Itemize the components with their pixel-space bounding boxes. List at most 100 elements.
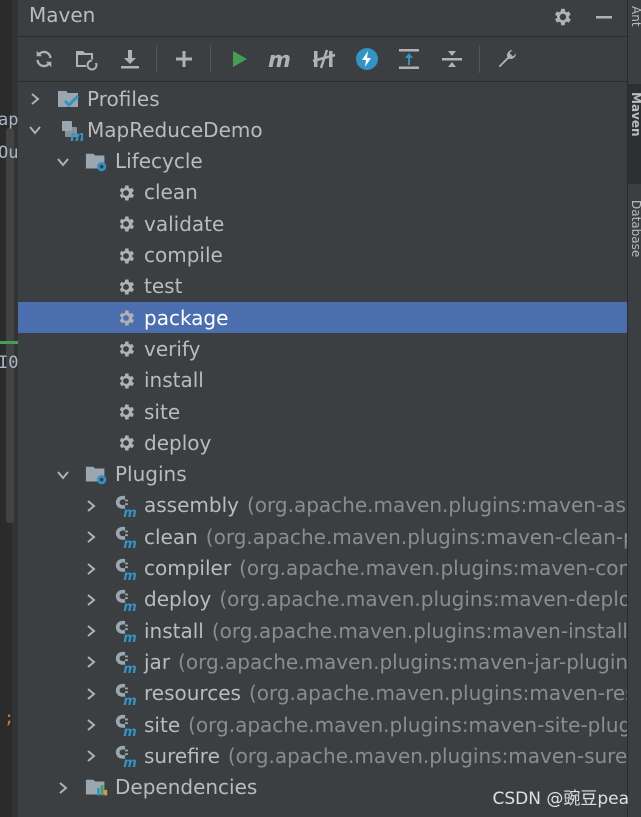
tab-database[interactable]: Database xyxy=(629,200,641,257)
toolbar-separator xyxy=(156,45,157,73)
skip-tests-button[interactable] xyxy=(353,45,381,73)
add-maven-project-button[interactable] xyxy=(170,45,198,73)
run-maven-build-button[interactable] xyxy=(225,45,253,73)
chevron-right-icon[interactable] xyxy=(84,499,98,513)
tree-item-label: compile xyxy=(144,243,223,267)
plugin-coordinates: (org.apache.maven.plugins:maven-compi xyxy=(239,556,627,580)
chevron-right-icon[interactable] xyxy=(84,593,98,607)
tree-item-label: validate xyxy=(144,211,225,236)
collapse-all-button[interactable] xyxy=(438,45,466,73)
plugin-item-assembly[interactable]: m assembly (org.apache.maven.plugins:maven… xyxy=(18,490,627,521)
lifecycle-goal-install[interactable]: install xyxy=(18,365,627,396)
plugins-folder-icon xyxy=(85,463,109,487)
plugin-icon: m xyxy=(114,744,138,769)
lifecycle-goal-validate[interactable]: validate xyxy=(18,208,627,239)
chevron-right-icon[interactable] xyxy=(84,687,98,701)
reload-all-projects-button[interactable] xyxy=(30,45,58,73)
lifecycle-goal-verify[interactable]: verify xyxy=(18,333,627,364)
editor-text-fragment: Ou xyxy=(0,143,18,163)
plus-icon xyxy=(176,51,192,67)
play-icon xyxy=(233,51,247,67)
gear-icon xyxy=(114,212,138,236)
svg-text:m: m xyxy=(123,725,136,738)
editor-text-fragment: ; xyxy=(4,708,15,728)
watermark: CSDN @豌豆pea xyxy=(492,789,629,809)
lifecycle-goal-test[interactable]: test xyxy=(18,271,627,302)
gear-icon xyxy=(114,400,138,424)
tree-item-label: compiler xyxy=(144,556,232,580)
plugin-coordinates: (org.apache.maven.plugins:maven-deploy- xyxy=(219,587,627,612)
editor-scrollbar[interactable] xyxy=(6,128,14,523)
plugin-coordinates: (org.apache.maven.plugins:maven-assem xyxy=(246,493,627,518)
chevron-right-icon[interactable] xyxy=(28,92,42,106)
tree-item-label: clean xyxy=(144,180,198,205)
plugin-item-jar[interactable]: m jar (org.apache.maven.plugins:maven-jar-… xyxy=(18,646,627,677)
maven-settings-button[interactable] xyxy=(493,45,521,73)
expand-all-icon xyxy=(399,49,419,69)
lifecycle-goal-compile[interactable]: compile xyxy=(18,240,627,271)
tree-item-label: jar xyxy=(144,649,171,674)
tree-item-label: Profiles xyxy=(87,86,160,111)
toggle-offline-mode-button[interactable] xyxy=(310,45,338,73)
tree-item-label: package xyxy=(144,305,229,330)
gear-icon xyxy=(114,244,138,268)
plugin-item-deploy[interactable]: m deploy (org.apache.maven.plugins:maven-d… xyxy=(18,584,627,615)
chevron-right-icon[interactable] xyxy=(84,718,98,732)
tree-item-label: deploy xyxy=(144,430,212,455)
chevron-right-icon[interactable] xyxy=(84,655,98,669)
svg-text:m: m xyxy=(123,537,136,550)
plugin-item-install[interactable]: m install (org.apache.maven.plugins:maven-… xyxy=(18,615,627,646)
lifecycle-goal-site[interactable]: site xyxy=(18,396,627,427)
tree-item-label: clean xyxy=(144,524,198,549)
chevron-right-icon[interactable] xyxy=(56,781,70,795)
tab-ant[interactable]: Ant xyxy=(629,6,641,27)
svg-text:m: m xyxy=(123,694,136,707)
plugin-icon: m xyxy=(114,713,138,738)
plugin-item-resources[interactable]: m resources (org.apache.maven.plugins:mave… xyxy=(18,678,627,709)
maven-project-icon: m xyxy=(59,118,83,142)
generate-sources-button[interactable] xyxy=(72,45,100,73)
tree-item-lifecycle[interactable]: Lifecycle xyxy=(18,146,627,177)
plugin-item-site[interactable]: m site (org.apache.maven.plugins:maven-sit… xyxy=(18,709,627,740)
tab-maven[interactable]: Maven xyxy=(629,92,641,137)
chevron-right-icon[interactable] xyxy=(84,749,98,763)
plugin-item-clean[interactable]: m clean (org.apache.maven.plugins:maven-cl… xyxy=(18,521,627,552)
minimize-icon[interactable] xyxy=(591,4,617,30)
tool-window-header: Maven xyxy=(18,0,627,37)
svg-text:m: m xyxy=(123,506,136,519)
show-dependencies-button[interactable] xyxy=(395,45,423,73)
gear-icon[interactable] xyxy=(549,4,575,30)
tree-item-plugins[interactable]: Plugins xyxy=(18,459,627,490)
download-icon xyxy=(121,50,139,69)
chevron-right-icon[interactable] xyxy=(84,530,98,544)
maven-toolbar: m xyxy=(18,37,627,82)
right-tool-strip: Ant Maven Database xyxy=(627,0,641,817)
lifecycle-goal-package[interactable]: package xyxy=(18,302,627,334)
chevron-down-icon[interactable] xyxy=(56,155,70,169)
chevron-right-icon[interactable] xyxy=(84,562,98,576)
lifecycle-goal-deploy[interactable]: deploy xyxy=(18,427,627,458)
svg-text:m: m xyxy=(123,631,136,644)
tree-item-project[interactable]: m MapReduceDemo xyxy=(18,114,627,145)
tree-item-label: install xyxy=(144,618,204,643)
svg-text:m: m xyxy=(123,600,136,613)
editor-gutter: ap Ou I0 ; xyxy=(0,0,18,817)
editor-text-fragment: ap xyxy=(0,110,18,130)
tool-window-title: Maven xyxy=(29,3,96,27)
gear-icon xyxy=(114,337,138,361)
chevron-down-icon[interactable] xyxy=(28,123,42,137)
chevron-down-icon[interactable] xyxy=(56,468,70,482)
gear-icon xyxy=(114,181,138,205)
dependencies-icon xyxy=(85,776,109,800)
gear-icon xyxy=(114,369,138,393)
plugin-item-compiler[interactable]: m compiler (org.apache.maven.plugins:maven… xyxy=(18,553,627,584)
plugin-icon: m xyxy=(114,557,138,582)
chevron-right-icon[interactable] xyxy=(84,624,98,638)
plugin-coordinates: (org.apache.maven.plugins:maven-surefire xyxy=(227,743,627,768)
tree-item-profiles[interactable]: Profiles xyxy=(18,83,627,114)
gear-icon xyxy=(114,306,138,330)
lifecycle-goal-clean[interactable]: clean xyxy=(18,177,627,208)
plugin-item-surefire[interactable]: m surefire (org.apache.maven.plugins:maven… xyxy=(18,740,627,771)
execute-maven-goal-button[interactable]: m xyxy=(267,45,295,73)
download-sources-button[interactable] xyxy=(116,45,144,73)
